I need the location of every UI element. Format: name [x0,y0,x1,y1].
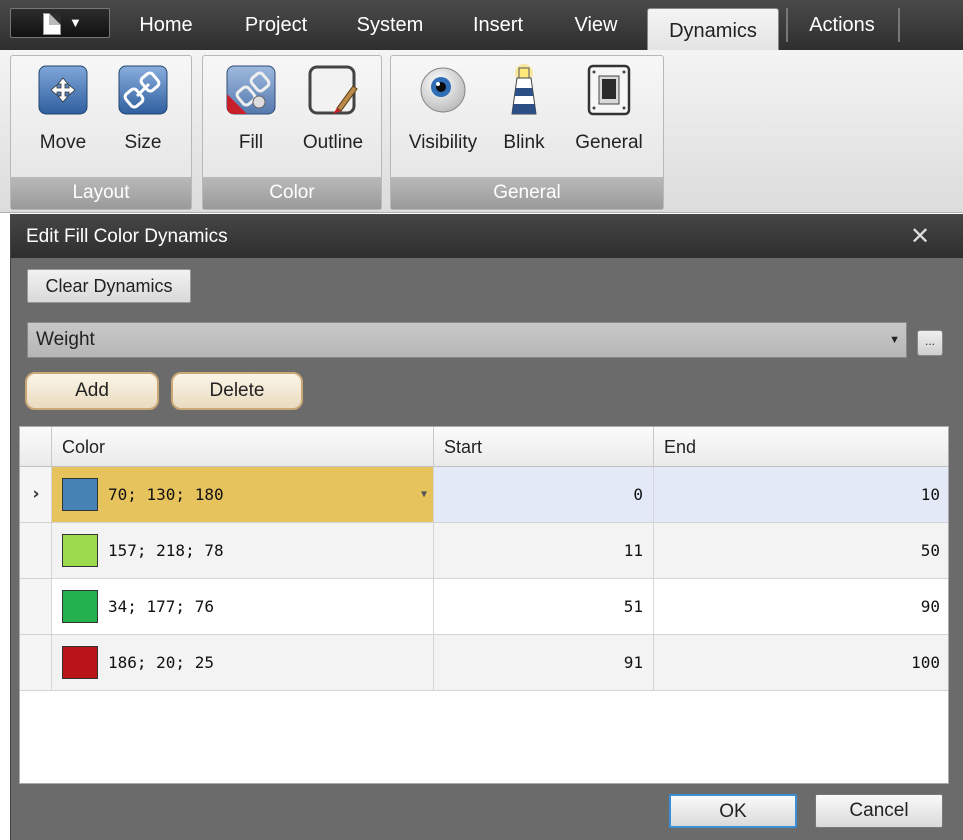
color-swatch[interactable] [62,478,98,511]
color-swatch[interactable] [62,646,98,679]
end-cell[interactable]: 10 [654,467,948,522]
color-value: 186; 20; 25 [108,653,214,672]
table-row[interactable]: 34; 177; 76 51 90 [20,579,948,635]
source-combobox[interactable]: Weight ▼ [27,322,907,358]
color-cell[interactable]: 34; 177; 76 [52,579,434,634]
row-selector[interactable] [20,579,52,634]
eye-icon [420,67,466,113]
add-button[interactable]: Add [25,372,159,410]
ok-button[interactable]: OK [669,794,797,828]
color-cell[interactable]: 186; 20; 25 [52,635,434,690]
color-value: 34; 177; 76 [108,597,214,616]
lighthouse-icon [511,64,537,115]
visibility-button[interactable]: Visibility [403,64,483,164]
tab-actions[interactable]: Actions [796,0,888,42]
row-selector[interactable] [20,635,52,690]
tab-project[interactable]: Project [228,0,324,42]
dropdown-arrow-icon: ▼ [69,15,82,30]
ribbon-tab-bar: ▼ Home Project System Insert View Dynami… [0,0,963,50]
column-header-start[interactable]: Start [434,427,654,467]
outline-label: Outline [302,132,364,153]
chevron-down-icon[interactable]: ▼ [421,467,427,522]
group-label-general: General [391,177,663,209]
group-label-color: Color [203,177,381,209]
row-selector[interactable]: › [20,467,52,522]
clear-dynamics-button[interactable]: Clear Dynamics [27,269,191,303]
move-icon [38,65,88,115]
blink-label: Blink [503,132,545,153]
table-row[interactable]: 186; 20; 25 91 100 [20,635,948,691]
outline-icon [308,65,358,115]
fill-button[interactable]: Fill [211,64,291,164]
document-icon [43,13,61,35]
color-cell[interactable]: 157; 218; 78 [52,523,434,578]
start-cell[interactable]: 51 [434,579,654,634]
browse-button[interactable]: ... [917,330,943,356]
ribbon-panel: Move Size Layout Fill Outline Color Visi… [0,50,963,213]
visibility-label: Visibility [408,132,478,153]
color-ranges-grid: Color Start End › 70; 130; 180 ▼ 0 10 15… [19,426,949,784]
general-button[interactable]: General [569,64,649,164]
color-swatch[interactable] [62,534,98,567]
end-cell[interactable]: 90 [654,579,948,634]
color-swatch[interactable] [62,590,98,623]
ribbon-group-color: Fill Outline Color [202,55,382,210]
size-label: Size [124,132,162,153]
color-value: 157; 218; 78 [108,541,224,560]
ribbon-group-general: Visibility Blink General General [390,55,664,210]
outline-button[interactable]: Outline [293,64,373,164]
fill-label: Fill [238,132,264,153]
table-row[interactable]: › 70; 130; 180 ▼ 0 10 [20,467,948,523]
general-label: General [575,132,643,153]
size-button[interactable]: Size [103,64,183,164]
row-selector[interactable] [20,523,52,578]
dialog-title-bar: Edit Fill Color Dynamics ✕ [11,214,963,258]
tab-system[interactable]: System [344,0,436,42]
color-cell[interactable]: 70; 130; 180 ▼ [52,467,434,522]
tab-home[interactable]: Home [120,0,212,42]
color-value: 70; 130; 180 [108,485,224,504]
group-label-layout: Layout [11,177,191,209]
end-cell[interactable]: 100 [654,635,948,690]
end-cell[interactable]: 50 [654,523,948,578]
move-button[interactable]: Move [23,64,103,164]
start-cell[interactable]: 11 [434,523,654,578]
tab-separator [786,8,788,42]
current-row-arrow-icon: › [32,484,40,504]
tab-insert[interactable]: Insert [458,0,538,42]
size-icon [118,65,168,115]
source-value: Weight [36,329,95,350]
delete-button[interactable]: Delete [171,372,303,410]
edit-fill-color-dynamics-dialog: Edit Fill Color Dynamics ✕ Clear Dynamic… [10,214,963,840]
tab-dynamics[interactable]: Dynamics [647,8,779,50]
tab-view[interactable]: View [560,0,632,42]
switch-icon [587,64,631,116]
chevron-down-icon[interactable]: ▼ [889,323,900,357]
column-header-end[interactable]: End [654,427,948,467]
blink-button[interactable]: Blink [489,64,559,164]
tab-separator [898,8,900,42]
row-header-corner [20,427,52,467]
table-row[interactable]: 157; 218; 78 11 50 [20,523,948,579]
fill-icon [226,65,276,115]
ribbon-group-layout: Move Size Layout [10,55,192,210]
application-menu-button[interactable]: ▼ [10,8,110,38]
cancel-button[interactable]: Cancel [815,794,943,828]
dialog-title: Edit Fill Color Dynamics [26,226,228,247]
start-cell[interactable]: 91 [434,635,654,690]
close-icon[interactable]: ✕ [907,224,933,250]
start-cell[interactable]: 0 [434,467,654,522]
column-header-color[interactable]: Color [52,427,434,467]
move-label: Move [39,132,87,153]
